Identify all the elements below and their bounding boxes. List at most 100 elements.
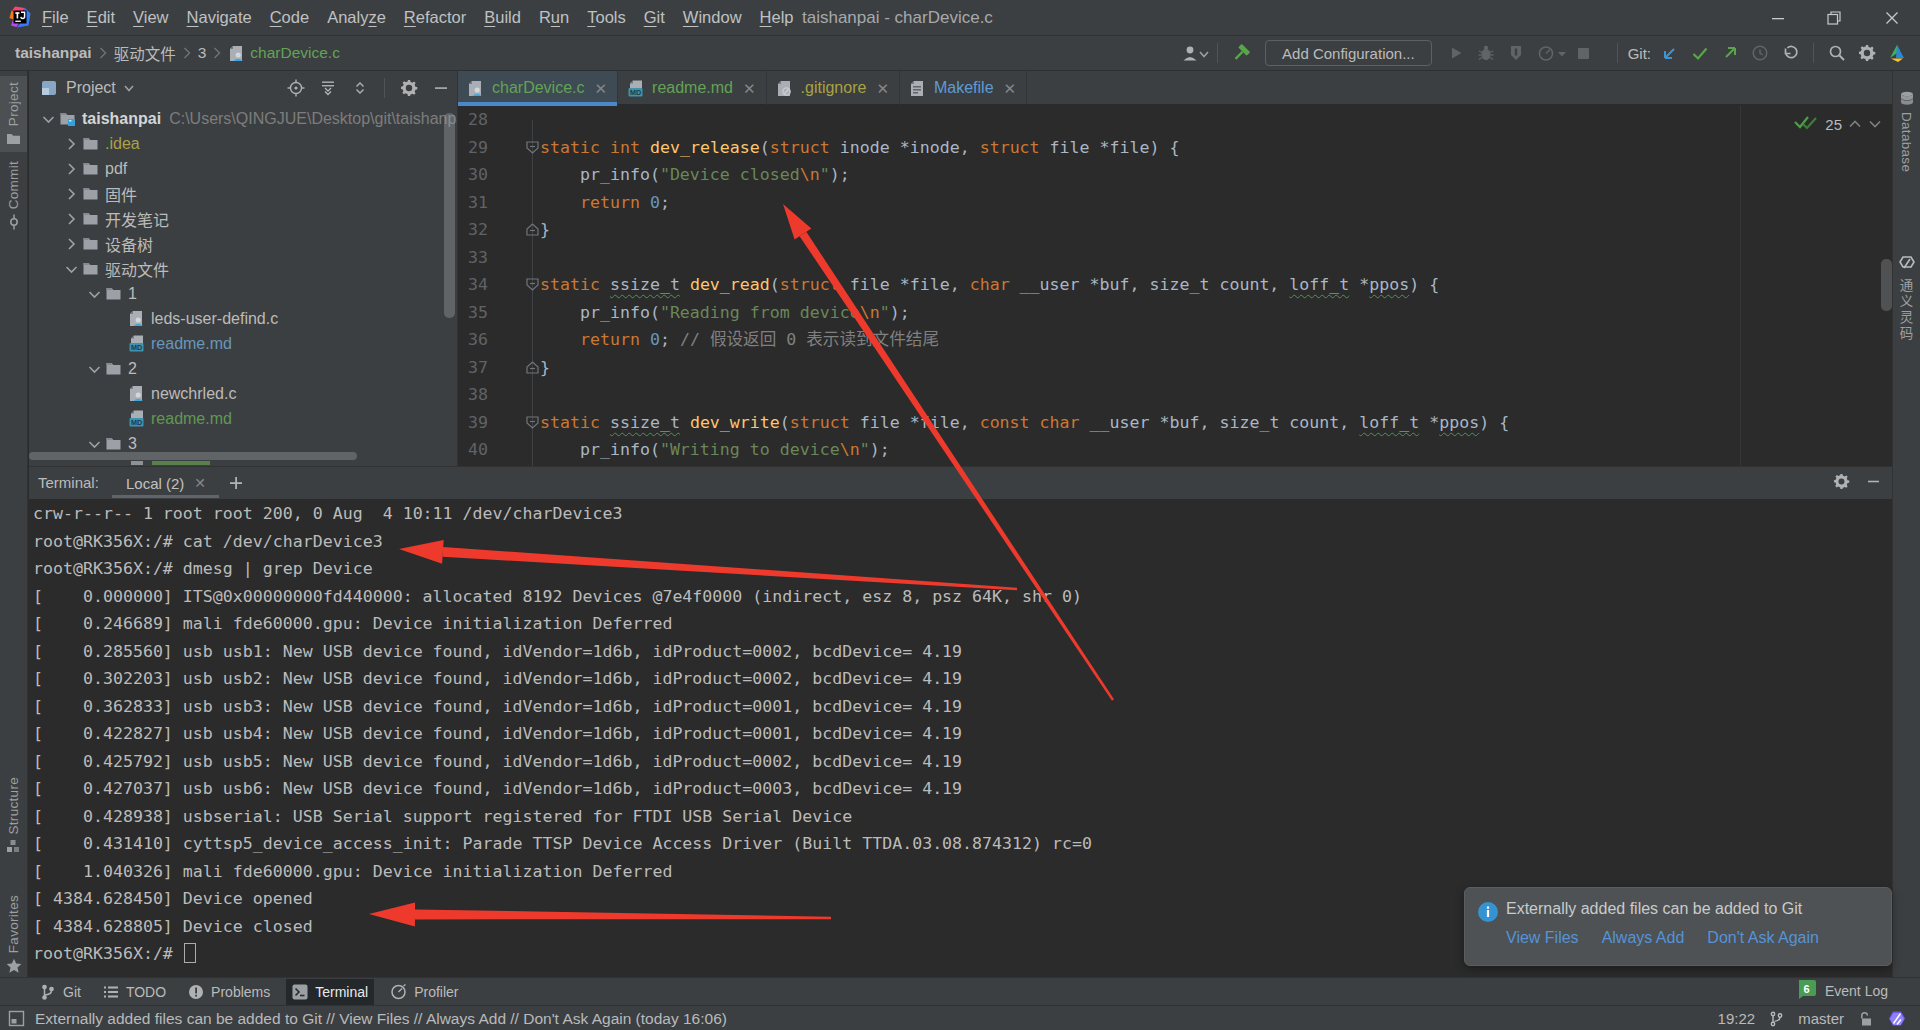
close-icon[interactable]: ✕: [876, 80, 889, 98]
menu-refactor[interactable]: Refactor: [395, 8, 475, 27]
project-horizontal-scrollbar[interactable]: [29, 452, 357, 460]
coverage-icon[interactable]: [1501, 39, 1531, 67]
tree-item-_[interactable]: 固件: [60, 181, 137, 206]
minimize-button[interactable]: [1754, 0, 1801, 35]
add-configuration-button[interactable]: Add Configuration...: [1265, 40, 1432, 66]
fold-end-icon[interactable]: [525, 222, 540, 237]
menu-run[interactable]: Run: [530, 8, 578, 27]
new-terminal-button[interactable]: [225, 472, 247, 494]
stripe-button-favorites[interactable]: Favorites: [0, 889, 27, 980]
tree-item-readme.md[interactable]: MDreadme.md: [106, 331, 232, 356]
chevron-down-icon[interactable]: [83, 358, 105, 380]
chevron-up-icon[interactable]: [1848, 115, 1862, 133]
chevron-right-icon[interactable]: [60, 133, 82, 155]
chevron-down-icon[interactable]: [83, 283, 105, 305]
chevron-down-icon[interactable]: [37, 108, 59, 130]
tree-item-taishanpai[interactable]: taishanpaiC:\Users\QINGJUE\Desktop\git\t…: [37, 106, 458, 131]
close-icon[interactable]: ✕: [194, 475, 206, 491]
event-log-widget[interactable]: 6 Event Log: [1796, 977, 1888, 1005]
chevron-down-icon[interactable]: [60, 258, 82, 280]
chevron-down-icon[interactable]: [1199, 44, 1209, 62]
chevron-right-icon[interactable]: [60, 233, 82, 255]
tongyi-plugin-icon[interactable]: [1888, 1010, 1906, 1028]
fold-start-icon[interactable]: [525, 140, 540, 155]
chevron-down-icon[interactable]: [1868, 115, 1882, 133]
editor[interactable]: 2829static int dev_release(struct inode …: [458, 106, 1892, 466]
tree-item-pdf[interactable]: pdf: [60, 156, 127, 181]
tree-item-_[interactable]: 驱动文件: [60, 256, 169, 281]
toolbox-icon[interactable]: [1882, 39, 1912, 67]
toolwindow-button-profiler[interactable]: Profiler: [384, 979, 464, 1005]
terminal-tab-local[interactable]: Local (2) ✕: [112, 467, 206, 499]
chevron-down-icon[interactable]: [1557, 44, 1567, 62]
breadcrumb-item[interactable]: charDevice.c: [250, 44, 340, 62]
tree-item-readme.md[interactable]: MDreadme.md: [106, 406, 232, 431]
run-icon[interactable]: [1441, 39, 1471, 67]
chevron-right-icon[interactable]: [60, 183, 82, 205]
close-icon[interactable]: ✕: [1004, 80, 1017, 98]
menu-view[interactable]: View: [124, 8, 177, 27]
tree-item-_[interactable]: 开发笔记: [60, 206, 169, 231]
settings-icon[interactable]: [1852, 39, 1882, 67]
close-icon[interactable]: ✕: [594, 80, 607, 98]
git-branch-name[interactable]: master: [1798, 1010, 1844, 1027]
fold-start-icon[interactable]: [525, 415, 540, 430]
fold-end-icon[interactable]: [525, 360, 540, 375]
status-message[interactable]: Externally added files can be added to G…: [35, 1010, 727, 1028]
chevron-right-icon[interactable]: [60, 158, 82, 180]
notification-action-view-files[interactable]: View Files: [1506, 929, 1579, 947]
menu-git[interactable]: Git: [635, 8, 674, 27]
hide-panel-button[interactable]: [425, 74, 457, 102]
stripe-button-database[interactable]: Database: [1893, 85, 1920, 178]
git-update-icon[interactable]: [1655, 39, 1685, 67]
toolwindow-button-todo[interactable]: TODO: [97, 979, 172, 1005]
tab-.gitignore[interactable]: .gitignore✕: [767, 71, 900, 105]
tree-item-1[interactable]: 1: [83, 281, 137, 306]
tool-window-toggle-icon[interactable]: [8, 1010, 25, 1027]
debug-icon[interactable]: [1471, 39, 1501, 67]
chevron-right-icon[interactable]: [60, 208, 82, 230]
search-icon[interactable]: [1822, 39, 1852, 67]
locate-button[interactable]: [280, 74, 312, 102]
unlock-icon[interactable]: [1858, 1011, 1874, 1027]
tree-item-_[interactable]: 设备树: [60, 231, 153, 256]
fold-start-icon[interactable]: [525, 277, 540, 292]
project-vertical-scrollbar[interactable]: [444, 113, 455, 318]
toolwindow-button-git[interactable]: Git: [34, 979, 87, 1005]
git-commit-icon[interactable]: [1685, 39, 1715, 67]
tree-item-leds-user-defind.c[interactable]: leds-user-defind.c: [106, 306, 278, 331]
breadcrumb-item[interactable]: taishanpai: [15, 44, 92, 62]
build-hammer-icon[interactable]: [1226, 39, 1256, 67]
toolwindow-button-problems[interactable]: Problems: [182, 979, 276, 1005]
chevron-down-icon[interactable]: [124, 84, 134, 92]
tab-Makefile[interactable]: Makefile✕: [900, 71, 1027, 105]
terminal-settings-icon[interactable]: [1833, 473, 1850, 494]
menu-tools[interactable]: Tools: [578, 8, 635, 27]
menu-analyze[interactable]: Analyze: [318, 8, 395, 27]
menu-edit[interactable]: Edit: [78, 8, 124, 27]
terminal-hide-icon[interactable]: [1865, 473, 1882, 494]
stop-icon[interactable]: [1569, 39, 1599, 67]
rollback-icon[interactable]: [1775, 39, 1805, 67]
close-button[interactable]: [1868, 0, 1915, 35]
menu-file[interactable]: File: [33, 8, 78, 27]
tab-charDevice.c[interactable]: charDevice.c✕: [458, 71, 618, 105]
collapse-all-button[interactable]: [344, 74, 376, 102]
breadcrumb-item[interactable]: 3: [198, 44, 207, 62]
project-settings-button[interactable]: [393, 74, 425, 102]
expand-all-button[interactable]: [312, 74, 344, 102]
history-icon[interactable]: [1745, 39, 1775, 67]
stripe-button-tongyi[interactable]: 通义灵码: [1893, 249, 1920, 348]
inspection-widget[interactable]: 25: [1793, 113, 1882, 135]
close-icon[interactable]: ✕: [743, 80, 756, 98]
menu-navigate[interactable]: Navigate: [178, 8, 261, 27]
stripe-button-commit[interactable]: Commit: [0, 155, 27, 236]
tree-item-.idea[interactable]: .idea: [60, 131, 140, 156]
menu-build[interactable]: Build: [475, 8, 530, 27]
editor-scrollbar[interactable]: [1881, 259, 1892, 311]
toolwindow-button-terminal[interactable]: Terminal: [286, 979, 374, 1005]
git-push-icon[interactable]: [1715, 39, 1745, 67]
tree-item-newchrled.c[interactable]: newchrled.c: [106, 381, 236, 406]
breadcrumb-item[interactable]: 驱动文件: [114, 42, 176, 64]
stripe-button-project[interactable]: Project: [0, 76, 27, 152]
